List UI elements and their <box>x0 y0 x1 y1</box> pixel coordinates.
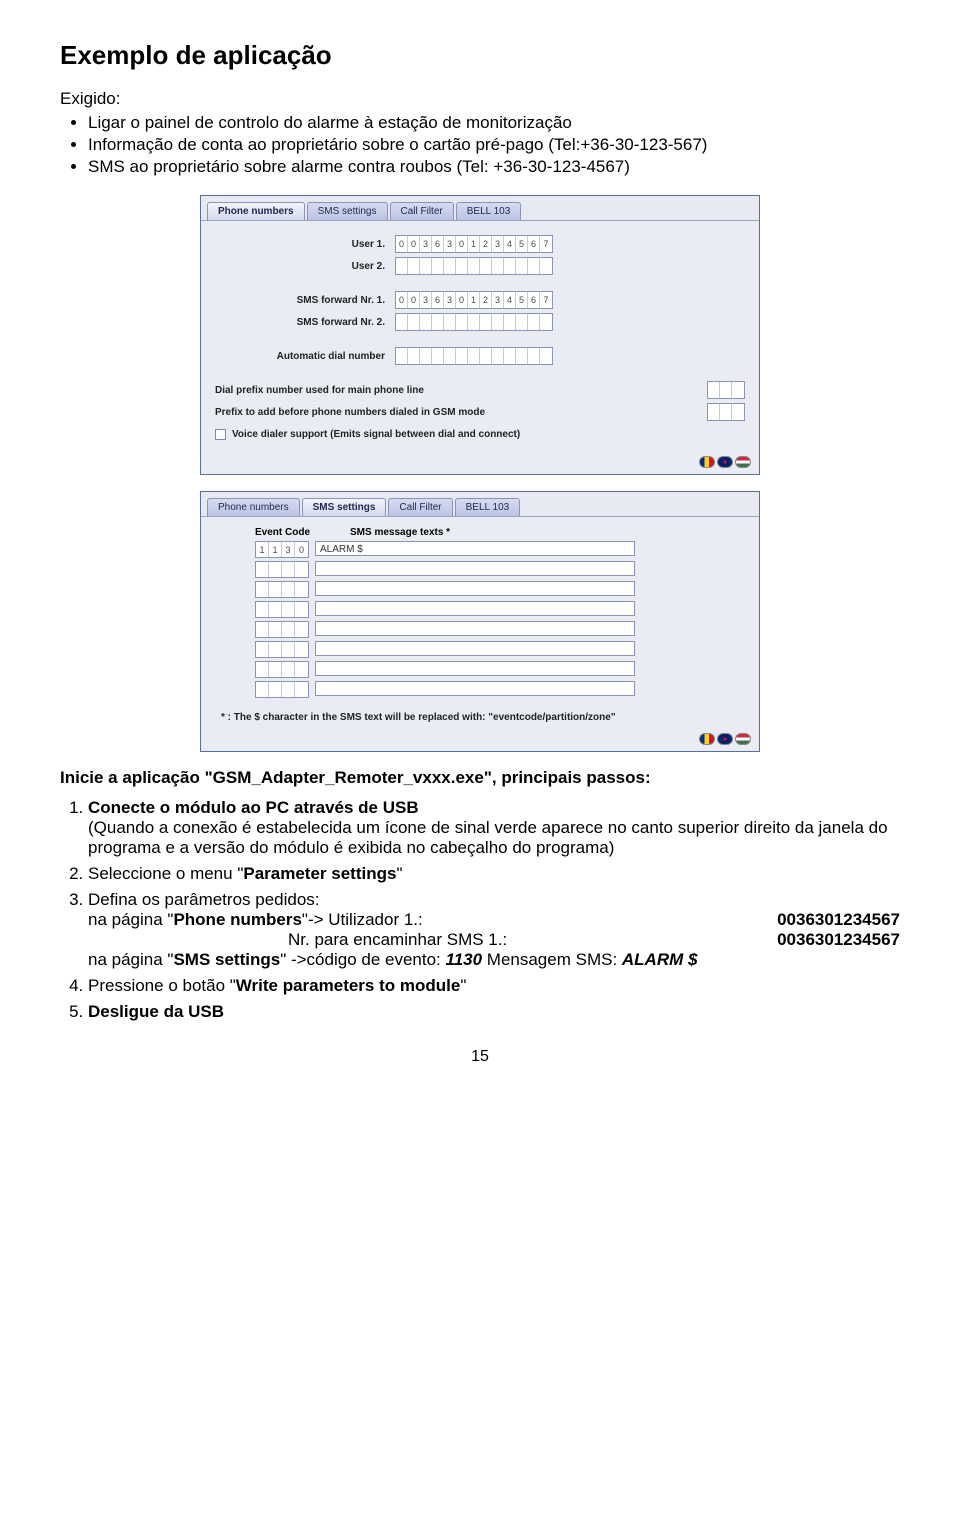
language-flags-2 <box>699 733 751 745</box>
doc-title: Exemplo de aplicação <box>60 40 900 71</box>
requirements-list: Ligar o painel de controlo do alarme à e… <box>60 113 900 177</box>
dial-prefix-input[interactable] <box>707 381 745 399</box>
event-code-input[interactable] <box>255 621 309 638</box>
sms-text-input[interactable] <box>315 661 635 676</box>
phone-numbers-panel: Phone numbers SMS settings Call Filter B… <box>200 195 760 475</box>
tab-sms-settings[interactable]: SMS settings <box>307 202 388 220</box>
step-2: Seleccione o menu "Parameter settings" <box>88 864 900 884</box>
dial-prefix-label: Dial prefix number used for main phone l… <box>215 385 707 396</box>
smsfw1-input[interactable]: 0036301234567 <box>395 291 553 309</box>
list-item: Ligar o painel de controlo do alarme à e… <box>88 113 900 133</box>
flag-ro-icon[interactable] <box>699 456 715 468</box>
tab-bell-103[interactable]: BELL 103 <box>456 202 522 220</box>
flag-ro-icon[interactable] <box>699 733 715 745</box>
smsfw2-input[interactable] <box>395 313 553 331</box>
tab-phone-numbers-2[interactable]: Phone numbers <box>207 498 300 516</box>
flag-hu-icon[interactable] <box>735 733 751 745</box>
sms-row <box>255 561 745 578</box>
tab-bell-103-2[interactable]: BELL 103 <box>455 498 521 516</box>
gsm-prefix-input[interactable] <box>707 403 745 421</box>
page-number: 15 <box>60 1048 900 1066</box>
sms-text-input[interactable]: ALARM $ <box>315 541 635 556</box>
sms-row <box>255 681 745 698</box>
flag-hu-icon[interactable] <box>735 456 751 468</box>
sms-text-input[interactable] <box>315 601 635 616</box>
sms-text-input[interactable] <box>315 621 635 636</box>
steps-list: Conecte o módulo ao PC através de USB (Q… <box>60 798 900 1022</box>
auto-dial-label: Automatic dial number <box>215 351 395 362</box>
sms-row <box>255 581 745 598</box>
sms-row <box>255 641 745 658</box>
list-item: Informação de conta ao proprietário sobr… <box>88 135 900 155</box>
language-flags <box>699 456 751 468</box>
event-code-input[interactable] <box>255 601 309 618</box>
tab-sms-settings-2[interactable]: SMS settings <box>302 498 387 516</box>
sms-text-input[interactable] <box>315 681 635 696</box>
sms-text-input[interactable] <box>315 641 635 656</box>
event-code-input[interactable] <box>255 581 309 598</box>
user2-label: User 2. <box>215 261 395 272</box>
sms-row <box>255 621 745 638</box>
tab-phone-numbers[interactable]: Phone numbers <box>207 202 305 220</box>
sms-row: 1130 ALARM $ <box>255 541 745 558</box>
sms-row <box>255 601 745 618</box>
flag-uk-icon[interactable] <box>717 456 733 468</box>
sms-text-header: SMS message texts * <box>350 527 450 538</box>
tab-call-filter[interactable]: Call Filter <box>390 202 454 220</box>
exigido-label: Exigido: <box>60 89 900 109</box>
user2-input[interactable] <box>395 257 553 275</box>
sms-row <box>255 661 745 678</box>
gsm-prefix-label: Prefix to add before phone numbers diale… <box>215 407 707 418</box>
sms-text-input[interactable] <box>315 561 635 576</box>
list-item: SMS ao proprietário sobre alarme contra … <box>88 157 900 177</box>
event-code-header: Event Code <box>255 527 310 538</box>
auto-dial-input[interactable] <box>395 347 553 365</box>
user1-label: User 1. <box>215 239 395 250</box>
step-3: Defina os parâmetros pedidos: na página … <box>88 890 900 970</box>
step-4: Pressione o botão "Write parameters to m… <box>88 976 900 996</box>
flag-uk-icon[interactable] <box>717 733 733 745</box>
event-code-input[interactable] <box>255 681 309 698</box>
instructions-heading: Inicie a aplicação "GSM_Adapter_Remoter_… <box>60 768 900 788</box>
tabs-bar: Phone numbers SMS settings Call Filter B… <box>201 196 759 221</box>
smsfw2-label: SMS forward Nr. 2. <box>215 317 395 328</box>
event-code-input[interactable] <box>255 561 309 578</box>
smsfw1-label: SMS forward Nr. 1. <box>215 295 395 306</box>
voice-dialer-checkbox[interactable] <box>215 429 226 440</box>
sms-settings-panel: Phone numbers SMS settings Call Filter B… <box>200 491 760 752</box>
sms-footnote: * : The $ character in the SMS text will… <box>221 712 745 723</box>
event-code-input[interactable] <box>255 661 309 678</box>
step-1: Conecte o módulo ao PC através de USB (Q… <box>88 798 900 858</box>
sms-text-input[interactable] <box>315 581 635 596</box>
step-5: Desligue da USB <box>88 1002 900 1022</box>
voice-dialer-label: Voice dialer support (Emits signal betwe… <box>232 429 520 440</box>
event-code-input[interactable] <box>255 641 309 658</box>
user1-input[interactable]: 0036301234567 <box>395 235 553 253</box>
event-code-input[interactable]: 1130 <box>255 541 309 558</box>
tab-call-filter-2[interactable]: Call Filter <box>388 498 452 516</box>
tabs-bar-2: Phone numbers SMS settings Call Filter B… <box>201 492 759 517</box>
